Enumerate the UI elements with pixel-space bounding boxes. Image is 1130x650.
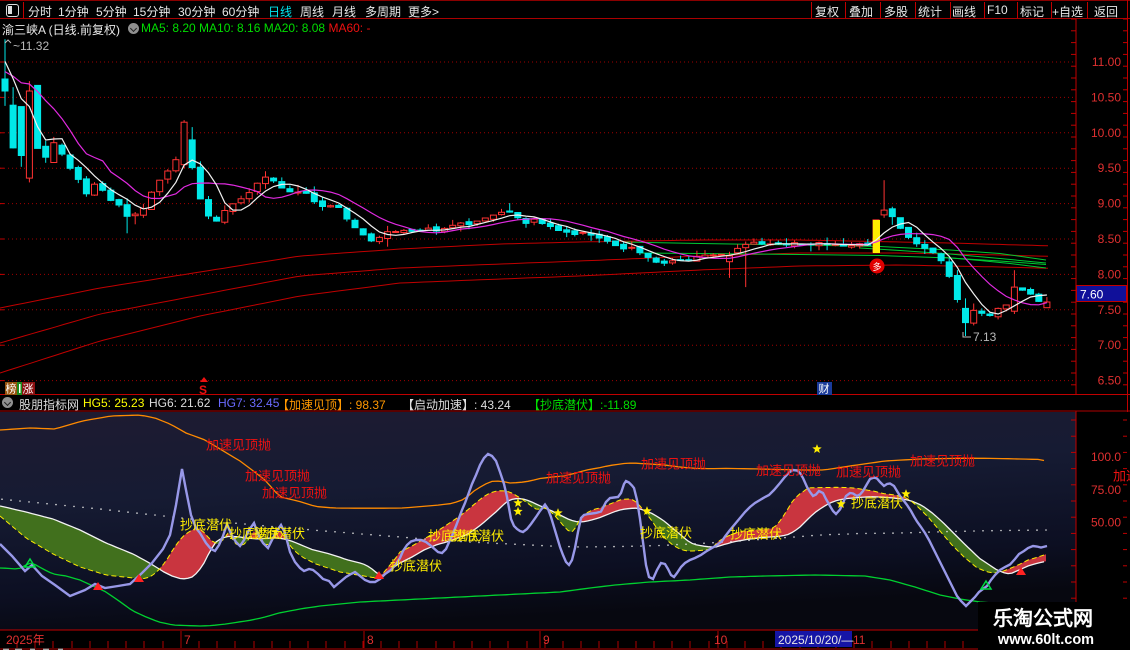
svg-text:8: 8 — [367, 633, 374, 647]
svg-text:加速见顶抛: 加速见顶抛 — [206, 438, 271, 453]
svg-text:抄底潜伏: 抄底潜伏 — [851, 496, 903, 511]
svg-text:7: 7 — [184, 633, 191, 647]
svg-text:抄底潜伏: 抄底潜伏 — [640, 526, 692, 541]
svg-text:抄底潜伏: 抄底潜伏 — [390, 559, 442, 574]
svg-text:50.00: 50.00 — [1091, 516, 1121, 530]
svg-text:2025/10/20/—: 2025/10/20/— — [778, 633, 853, 647]
svg-text:2025年: 2025年 — [6, 633, 45, 647]
svg-text:9: 9 — [543, 633, 550, 647]
svg-text:抄底潜伏: 抄底潜伏 — [452, 529, 504, 544]
svg-text:加速见顶抛: 加速见顶抛 — [836, 465, 901, 480]
svg-text:75.00: 75.00 — [1091, 483, 1121, 497]
svg-text:抄底潜伏: 抄底潜伏 — [180, 518, 232, 533]
svg-text:加速见顶抛: 加速见顶抛 — [756, 463, 821, 478]
svg-text:10: 10 — [714, 633, 728, 647]
svg-text:抄底潜伏: 抄底潜伏 — [253, 526, 305, 541]
svg-text:www.60lt.com: www.60lt.com — [997, 632, 1094, 648]
svg-text:100.0: 100.0 — [1091, 450, 1121, 464]
svg-text:加速见顶抛: 加速见顶抛 — [546, 471, 611, 486]
svg-text:11: 11 — [853, 633, 866, 647]
svg-text:加速见顶抛: 加速见顶抛 — [1113, 469, 1130, 484]
svg-text:抄底潜伏: 抄底潜伏 — [730, 527, 782, 542]
svg-text:加速见顶抛: 加速见顶抛 — [262, 486, 327, 501]
svg-text:加速见顶抛: 加速见顶抛 — [245, 469, 310, 484]
svg-text:乐淘公式网: 乐淘公式网 — [993, 606, 1093, 630]
svg-text:加速见顶抛: 加速见顶抛 — [641, 457, 706, 472]
svg-text:加速见顶抛: 加速见顶抛 — [910, 454, 975, 469]
